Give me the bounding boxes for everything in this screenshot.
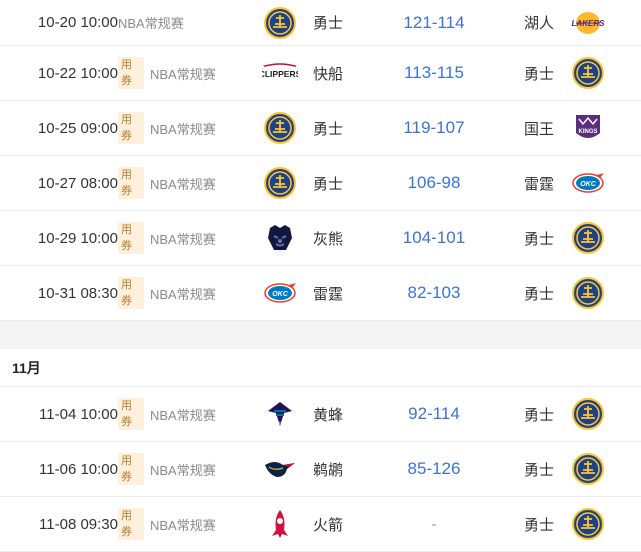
home-team-logo[interactable] <box>262 0 298 45</box>
coupon-tag-label: 用券 <box>118 57 144 89</box>
game-time: 10-31 08:30 <box>37 284 118 302</box>
game-time: 10-20 10:00 <box>37 14 118 31</box>
away-team-logo[interactable]: OKC <box>570 156 606 210</box>
home-team-logo[interactable]: HORNETS <box>262 387 298 441</box>
away-team-logo[interactable]: KINGS <box>570 101 606 155</box>
league-name: NBA常规赛 <box>150 121 216 137</box>
away-team-logo[interactable] <box>570 497 606 551</box>
game-time: 11-04 10:00 <box>39 405 118 423</box>
league-name: NBA常规赛 <box>150 517 216 533</box>
home-team-logo[interactable]: OKC <box>262 266 298 320</box>
coupon-tag: 用券 <box>118 156 144 210</box>
league-name: NBA常规赛 <box>150 176 216 192</box>
svg-text:CLIPPERS: CLIPPERS <box>262 69 298 79</box>
league-name: NBA常规赛 <box>150 286 216 302</box>
away-team-name[interactable]: 雷霆 <box>524 156 568 210</box>
home-team-name[interactable]: 勇士 <box>313 156 373 210</box>
home-team-name[interactable]: 火箭 <box>313 497 373 551</box>
game-score[interactable]: 92-114 <box>374 387 494 441</box>
svg-text:LAKERS: LAKERS <box>572 19 605 28</box>
october-games: 10-20 10:00 NBA常规赛 勇士 121-114 湖人 LAKERS … <box>0 0 641 321</box>
away-team-name[interactable]: 勇士 <box>524 387 568 441</box>
game-score[interactable]: - <box>374 497 494 551</box>
game-score[interactable]: 85-126 <box>374 442 494 496</box>
game-row[interactable]: 10-31 08:30 用券 NBA常规赛 OKC 雷霆 82-103 勇士 <box>0 266 641 321</box>
away-team-logo[interactable] <box>570 442 606 496</box>
home-team-name[interactable]: 灰熊 <box>313 211 373 265</box>
away-team-name[interactable]: 勇士 <box>524 266 568 320</box>
coupon-tag: 用券 <box>118 387 144 441</box>
coupon-tag-label: 用券 <box>118 508 144 540</box>
game-row[interactable]: 10-29 10:00 用券 NBA常规赛 灰熊 104-101 勇士 <box>0 211 641 266</box>
away-team-name[interactable]: 勇士 <box>524 46 568 100</box>
away-team-name[interactable]: 湖人 <box>524 0 568 45</box>
coupon-tag: 用券 <box>118 211 144 265</box>
league-name: NBA常规赛 <box>150 462 216 478</box>
away-team-logo[interactable] <box>570 266 606 320</box>
away-team-logo[interactable] <box>570 211 606 265</box>
game-time: 10-25 09:00 <box>37 119 118 137</box>
home-team-name[interactable]: 勇士 <box>313 101 373 155</box>
away-team-name[interactable]: 勇士 <box>524 442 568 496</box>
month-header: 11月 <box>0 349 641 387</box>
home-team-name[interactable]: 黄蜂 <box>313 387 373 441</box>
game-row[interactable]: 11-06 10:00 用券 NBA常规赛 鹈鹕 85-126 勇士 <box>0 442 641 497</box>
coupon-tag: 用券 <box>118 101 144 155</box>
league-name: NBA常规赛 <box>150 407 216 423</box>
away-team-logo[interactable] <box>570 46 606 100</box>
game-score[interactable]: 113-115 <box>374 46 494 100</box>
away-team-name[interactable]: 勇士 <box>524 497 568 551</box>
away-team-logo[interactable]: LAKERS <box>570 0 606 45</box>
coupon-tag-label: 用券 <box>118 398 144 430</box>
home-team-logo[interactable] <box>262 211 298 265</box>
coupon-tag-label: 用券 <box>118 222 144 254</box>
coupon-tag-label: 用券 <box>118 453 144 485</box>
home-team-name[interactable]: 勇士 <box>313 0 373 45</box>
coupon-tag-label: 用券 <box>118 277 144 309</box>
away-team-name[interactable]: 国王 <box>524 101 568 155</box>
league-name: NBA常规赛 <box>118 16 184 31</box>
game-time: 10-27 08:00 <box>37 174 118 192</box>
november-games: 11-04 10:00 用券 NBA常规赛 HORNETS 黄蜂 92-114 … <box>0 387 641 552</box>
home-team-logo[interactable] <box>262 101 298 155</box>
coupon-tag: 用券 <box>118 442 144 496</box>
game-time: 11-08 09:30 <box>39 515 118 533</box>
game-score[interactable]: 104-101 <box>374 211 494 265</box>
game-time: 11-06 10:00 <box>39 460 118 478</box>
home-team-logo[interactable] <box>262 497 298 551</box>
game-row[interactable]: 11-08 09:30 用券 NBA常规赛 火箭 - 勇士 <box>0 497 641 552</box>
away-team-name[interactable]: 勇士 <box>524 211 568 265</box>
game-score[interactable]: 106-98 <box>374 156 494 210</box>
away-team-logo[interactable] <box>570 387 606 441</box>
game-time: 10-22 10:00 <box>37 64 118 82</box>
game-time: 10-29 10:00 <box>37 229 118 247</box>
home-team-logo[interactable] <box>262 156 298 210</box>
home-team-name[interactable]: 快船 <box>313 46 373 100</box>
coupon-tag-label: 用券 <box>118 112 144 144</box>
home-team-name[interactable]: 雷霆 <box>313 266 373 320</box>
coupon-tag: 用券 <box>118 46 144 100</box>
game-row[interactable]: 11-04 10:00 用券 NBA常规赛 HORNETS 黄蜂 92-114 … <box>0 387 641 442</box>
home-team-logo[interactable]: CLIPPERS <box>262 46 298 100</box>
coupon-tag: 用券 <box>118 497 144 551</box>
section-gap <box>0 321 641 349</box>
home-team-logo[interactable] <box>262 442 298 496</box>
game-score[interactable]: 119-107 <box>374 101 494 155</box>
svg-text:OKC: OKC <box>272 291 289 298</box>
game-row[interactable]: 10-20 10:00 NBA常规赛 勇士 121-114 湖人 LAKERS <box>0 0 641 46</box>
svg-text:KINGS: KINGS <box>578 129 597 135</box>
game-score[interactable]: 82-103 <box>374 266 494 320</box>
game-score[interactable]: 121-114 <box>374 0 494 45</box>
svg-text:OKC: OKC <box>580 181 597 188</box>
svg-text:HORNETS: HORNETS <box>270 420 290 425</box>
coupon-tag: 用券 <box>118 266 144 320</box>
game-row[interactable]: 10-25 09:00 用券 NBA常规赛 勇士 119-107 国王 KING… <box>0 101 641 156</box>
league-name: NBA常规赛 <box>150 66 216 82</box>
game-row[interactable]: 10-27 08:00 用券 NBA常规赛 勇士 106-98 雷霆 OKC <box>0 156 641 211</box>
league-name: NBA常规赛 <box>150 231 216 247</box>
game-row[interactable]: 10-22 10:00 用券 NBA常规赛 CLIPPERS 快船 113-11… <box>0 46 641 101</box>
coupon-tag-label: 用券 <box>118 167 144 199</box>
home-team-name[interactable]: 鹈鹕 <box>313 442 373 496</box>
schedule-list: 10-20 10:00 NBA常规赛 勇士 121-114 湖人 LAKERS … <box>0 0 641 552</box>
